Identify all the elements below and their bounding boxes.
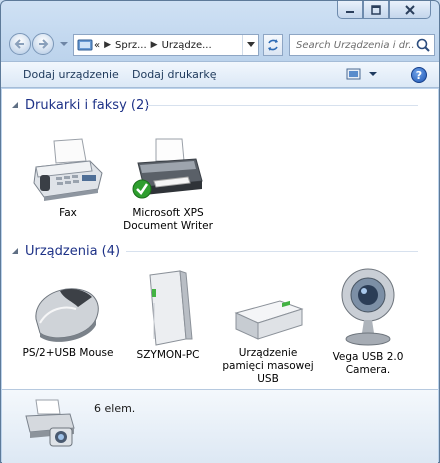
- add-printer-button[interactable]: Dodaj drukarkę: [132, 68, 217, 81]
- device-label: Urządzenie pamięci masowej USB: [222, 347, 314, 385]
- maximize-button[interactable]: [363, 1, 389, 19]
- content-area: Drukarki i faksy (2) Fax Microsoft XPS D…: [2, 89, 438, 389]
- collapse-arrow-icon: [12, 248, 18, 254]
- collapse-arrow-icon: [12, 102, 18, 108]
- usb-storage-icon: [234, 300, 304, 340]
- search-input[interactable]: Search Urządzenia i dr...: [290, 40, 414, 51]
- group-title: Drukarki i faksy (2): [25, 97, 150, 113]
- address-dropdown-button[interactable]: [242, 35, 258, 55]
- group-title: Urządzenia (4): [25, 243, 121, 259]
- fax-icon: [33, 138, 103, 201]
- minimize-button[interactable]: [337, 1, 363, 19]
- group-header-printers[interactable]: Drukarki i faksy (2): [10, 97, 149, 113]
- device-label: Microsoft XPS Document Writer: [123, 207, 213, 232]
- printer-default-icon: [132, 138, 203, 199]
- device-item-xps-writer[interactable]: Microsoft XPS Document Writer: [120, 137, 216, 233]
- minimize-icon: [346, 10, 354, 13]
- devices-printers-icon: [25, 399, 75, 447]
- navigation-bar: « ▶ Sprz... ▶ Urządze... Search Urządzen…: [7, 31, 435, 57]
- device-label: PS/2+USB Mouse: [22, 347, 114, 359]
- breadcrumb-separator-icon[interactable]: ▶: [104, 40, 111, 50]
- command-bar: Dodaj urządzenie Dodaj drukarkę ?: [1, 61, 439, 88]
- mouse-icon: [35, 288, 99, 342]
- add-device-button[interactable]: Dodaj urządzenie: [23, 68, 119, 81]
- devices-window: « ▶ Sprz... ▶ Urządze... Search Urządzen…: [0, 0, 440, 463]
- details-pane: 6 elem.: [2, 389, 438, 463]
- forward-button[interactable]: [32, 33, 54, 55]
- chevron-down-icon: [369, 72, 377, 76]
- refresh-icon: [268, 39, 278, 51]
- address-bar[interactable]: « ▶ Sprz... ▶ Urządze...: [73, 34, 259, 56]
- chevron-down-icon: [246, 42, 255, 47]
- maximize-icon: [371, 4, 381, 15]
- back-button[interactable]: [9, 33, 31, 55]
- close-button[interactable]: [389, 1, 431, 19]
- breadcrumb-current[interactable]: Urządze...: [162, 40, 212, 51]
- control-panel-icon: [77, 39, 93, 51]
- forward-arrow-icon: [39, 39, 49, 49]
- breadcrumb-devices[interactable]: Sprz...: [115, 40, 147, 51]
- device-item-fax[interactable]: Fax: [20, 137, 116, 220]
- group-header-devices[interactable]: Urządzenia (4): [10, 243, 120, 259]
- back-arrow-icon: [14, 39, 24, 49]
- computer-icon: [149, 270, 193, 346]
- group-divider: [126, 251, 418, 252]
- change-view-button[interactable]: [346, 67, 380, 81]
- device-label: SZYMON-PC: [136, 349, 200, 361]
- search-icon[interactable]: [414, 36, 432, 54]
- device-item-mouse[interactable]: PS/2+USB Mouse: [20, 279, 116, 360]
- device-label: Fax: [59, 207, 77, 219]
- breadcrumb-separator-icon[interactable]: ▶: [151, 40, 158, 50]
- close-icon: [405, 4, 415, 15]
- device-item-webcam[interactable]: Vega USB 2.0 Camera.: [320, 265, 416, 377]
- device-label: Vega USB 2.0 Camera.: [332, 351, 404, 376]
- device-item-computer[interactable]: SZYMON-PC: [120, 269, 216, 362]
- group-divider: [146, 105, 418, 106]
- breadcrumb-overflow[interactable]: «: [94, 40, 100, 51]
- view-icon: [346, 68, 361, 80]
- search-box[interactable]: Search Urządzenia i dr...: [289, 34, 435, 56]
- caption-buttons: [337, 1, 431, 21]
- item-count: 6 elem.: [94, 402, 136, 415]
- help-button[interactable]: ?: [411, 67, 427, 83]
- webcam-icon: [341, 268, 395, 346]
- device-item-usb-storage[interactable]: Urządzenie pamięci masowej USB: [220, 295, 316, 386]
- recent-pages-icon[interactable]: [59, 39, 69, 49]
- refresh-button[interactable]: [263, 34, 283, 56]
